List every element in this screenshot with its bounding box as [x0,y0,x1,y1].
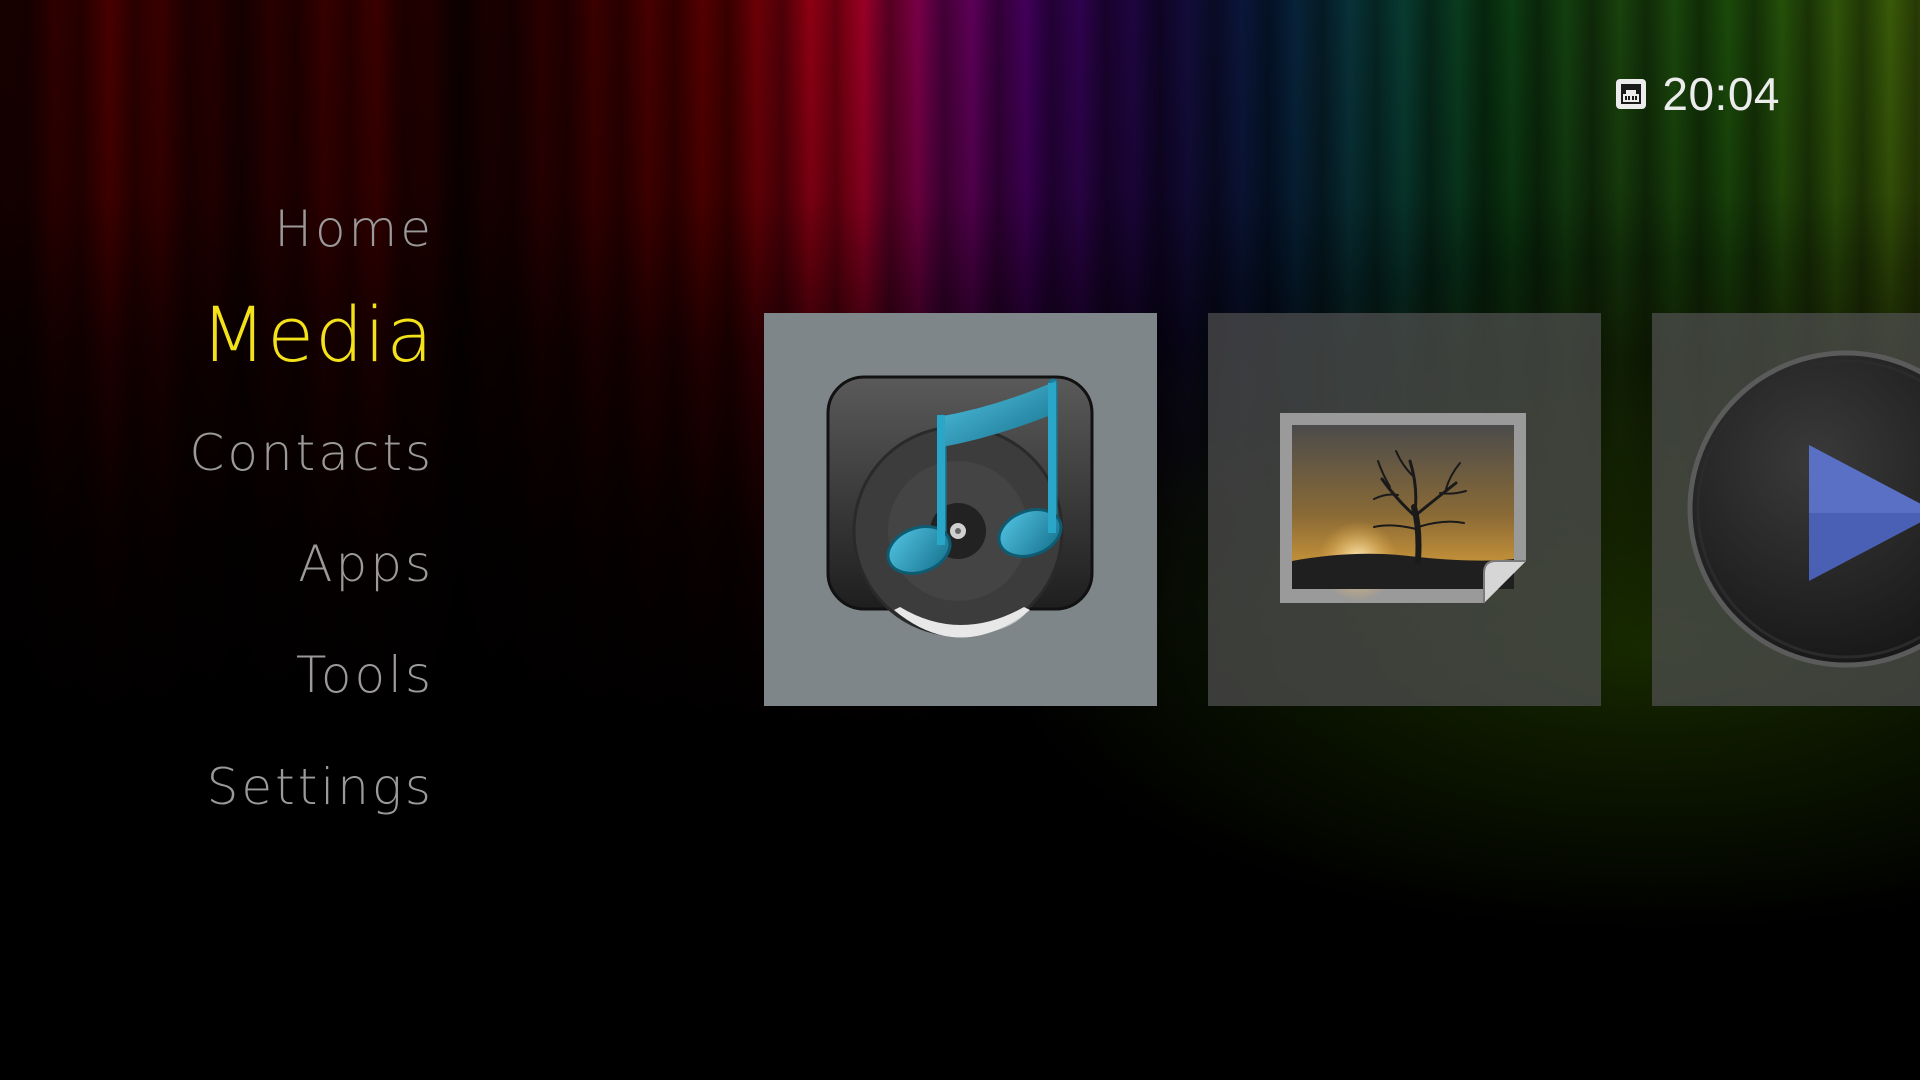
menu-item-media[interactable]: Media [201,297,434,373]
status-bar: 20:04 [1614,66,1780,122]
tile-video[interactable] [1652,313,1920,706]
menu-item-apps[interactable]: Apps [298,539,434,589]
clock: 20:04 [1662,68,1780,120]
menu-item-tools[interactable]: Tools [296,650,434,700]
music-note-disc-icon [826,375,1094,638]
landscape-picture-icon [1280,413,1526,603]
menu-item-settings[interactable]: Settings [207,762,434,812]
menu-item-home[interactable]: Home [274,204,434,254]
play-circle-icon [1687,350,1920,668]
main-menu: Home Media Contacts Apps Tools Settings [0,0,434,1080]
media-menu-screen: 20:04 Home Media Contacts Apps Tools Set… [0,0,1920,1080]
menu-item-contacts[interactable]: Contacts [189,428,434,478]
tile-pictures[interactable] [1208,313,1601,706]
tile-music[interactable] [764,313,1157,706]
ethernet-icon [1616,79,1647,109]
